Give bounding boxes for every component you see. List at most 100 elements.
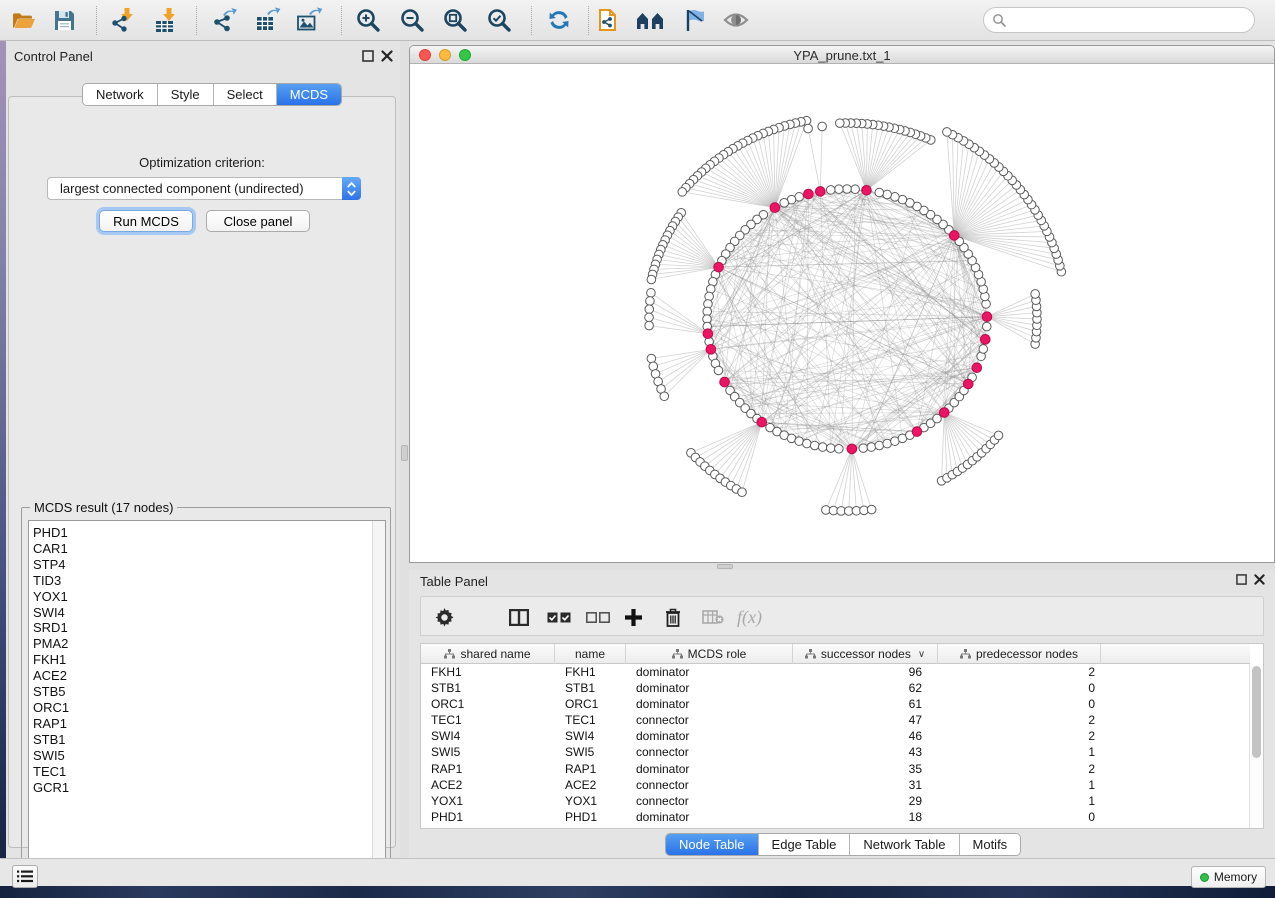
- table-row[interactable]: SWI4SWI4dominator462: [421, 728, 1250, 744]
- network-leaf-node[interactable]: [660, 392, 669, 401]
- vertical-splitter[interactable]: [400, 41, 409, 858]
- network-edge[interactable]: [658, 349, 711, 381]
- network-hub-node[interactable]: [912, 427, 922, 437]
- float-panel-icon[interactable]: [362, 50, 374, 62]
- table-row[interactable]: ACE2ACE2connector311: [421, 777, 1250, 793]
- tab-select[interactable]: Select: [214, 84, 277, 105]
- network-leaf-node[interactable]: [678, 188, 687, 197]
- mcds-result-item[interactable]: ORC1: [33, 700, 372, 716]
- network-node[interactable]: [826, 186, 835, 195]
- network-node[interactable]: [780, 199, 789, 208]
- network-edge[interactable]: [711, 191, 871, 349]
- save-session-button[interactable]: [46, 3, 82, 37]
- mcds-result-item[interactable]: PHD1: [33, 525, 372, 541]
- scrollbar-thumb[interactable]: [1252, 666, 1261, 758]
- memory-button[interactable]: Memory: [1191, 866, 1266, 888]
- network-edge[interactable]: [649, 317, 708, 333]
- import-table-button[interactable]: [148, 3, 184, 37]
- zoom-in-button[interactable]: [350, 3, 386, 37]
- export-image-button[interactable]: [290, 3, 326, 37]
- network-hub-node[interactable]: [720, 377, 730, 387]
- create-column-button[interactable]: [625, 602, 642, 632]
- network-edge[interactable]: [720, 422, 762, 478]
- mcds-result-item[interactable]: FKH1: [33, 652, 372, 668]
- horizontal-splitter[interactable]: [409, 563, 1275, 570]
- deselect-all-button[interactable]: [586, 602, 611, 632]
- tab-node-table[interactable]: Node Table: [666, 834, 759, 855]
- network-hub-node[interactable]: [770, 203, 780, 213]
- open-session-button[interactable]: [6, 3, 42, 37]
- mcds-result-item[interactable]: STB1: [33, 732, 372, 748]
- network-node[interactable]: [883, 190, 892, 199]
- network-edge[interactable]: [691, 422, 762, 453]
- export-table-button[interactable]: [249, 3, 285, 37]
- network-edge[interactable]: [826, 449, 852, 510]
- tab-style[interactable]: Style: [158, 84, 214, 105]
- network-node[interactable]: [803, 439, 812, 448]
- mcds-list-scrollbar[interactable]: [372, 521, 385, 871]
- table-row[interactable]: STB1STB1dominator620: [421, 680, 1250, 696]
- network-hub-node[interactable]: [949, 231, 959, 241]
- mcds-result-item[interactable]: CAR1: [33, 541, 372, 557]
- network-edge[interactable]: [661, 349, 711, 389]
- network-document-button[interactable]: [590, 3, 626, 37]
- network-leaf-node[interactable]: [943, 128, 952, 137]
- network-window-titlebar[interactable]: YPA_prune.txt_1: [410, 46, 1274, 64]
- network-node[interactable]: [818, 443, 827, 452]
- column-header-name[interactable]: name: [555, 644, 626, 664]
- network-node[interactable]: [714, 366, 723, 375]
- criterion-dropdown[interactable]: largest connected component (undirected): [47, 177, 361, 200]
- network-edge[interactable]: [710, 422, 762, 470]
- close-panel-button[interactable]: Close panel: [206, 210, 310, 232]
- network-hub-node[interactable]: [939, 408, 949, 418]
- network-hub-node[interactable]: [847, 444, 857, 454]
- tab-motifs[interactable]: Motifs: [960, 834, 1021, 855]
- mcds-result-item[interactable]: GCR1: [33, 780, 372, 796]
- network-hub-node[interactable]: [815, 187, 825, 197]
- zoom-out-button[interactable]: [394, 3, 430, 37]
- network-edge[interactable]: [845, 123, 866, 190]
- network-leaf-node[interactable]: [647, 275, 656, 284]
- network-leaf-node[interactable]: [1031, 290, 1040, 299]
- network-canvas[interactable]: [410, 65, 1274, 562]
- panel-menu-button[interactable]: [12, 865, 38, 888]
- network-edge[interactable]: [651, 349, 710, 358]
- network-node[interactable]: [867, 443, 876, 452]
- network-edge[interactable]: [942, 413, 945, 481]
- network-edge[interactable]: [808, 129, 820, 192]
- export-network-button[interactable]: [206, 3, 242, 37]
- network-node[interactable]: [875, 188, 884, 197]
- first-neighbors-button[interactable]: [632, 3, 668, 37]
- mcds-result-item[interactable]: PMA2: [33, 636, 372, 652]
- delete-table-button[interactable]: [702, 602, 724, 632]
- mcds-result-item[interactable]: RAP1: [33, 716, 372, 732]
- network-edge[interactable]: [775, 123, 796, 208]
- network-leaf-node[interactable]: [867, 505, 876, 514]
- network-hub-node[interactable]: [862, 185, 872, 195]
- select-all-button[interactable]: [547, 602, 572, 632]
- table-row[interactable]: RAP1RAP1dominator352: [421, 761, 1250, 777]
- close-panel-icon[interactable]: [381, 50, 393, 62]
- network-edge[interactable]: [954, 190, 1020, 236]
- table-row[interactable]: YOX1YOX1connector291: [421, 793, 1250, 809]
- network-hub-node[interactable]: [706, 345, 716, 355]
- float-panel-icon[interactable]: [1236, 574, 1247, 585]
- mcds-result-item[interactable]: STP4: [33, 557, 372, 573]
- mcds-result-item[interactable]: SRD1: [33, 620, 372, 636]
- network-leaf-node[interactable]: [647, 354, 656, 363]
- splitter-grip[interactable]: [401, 445, 408, 461]
- network-edge[interactable]: [820, 126, 822, 191]
- network-edge[interactable]: [866, 131, 905, 190]
- network-node[interactable]: [835, 444, 844, 453]
- search-input[interactable]: [1006, 10, 1254, 30]
- splitter-grip[interactable]: [717, 564, 733, 569]
- tab-network[interactable]: Network: [83, 84, 158, 105]
- network-edge[interactable]: [708, 304, 944, 413]
- network-edge[interactable]: [695, 422, 761, 457]
- network-edge[interactable]: [710, 165, 775, 208]
- network-node[interactable]: [843, 185, 852, 194]
- zoom-fit-button[interactable]: [437, 3, 473, 37]
- network-node[interactable]: [875, 441, 884, 450]
- network-edge[interactable]: [954, 167, 999, 235]
- function-builder-button[interactable]: f(x): [737, 602, 762, 632]
